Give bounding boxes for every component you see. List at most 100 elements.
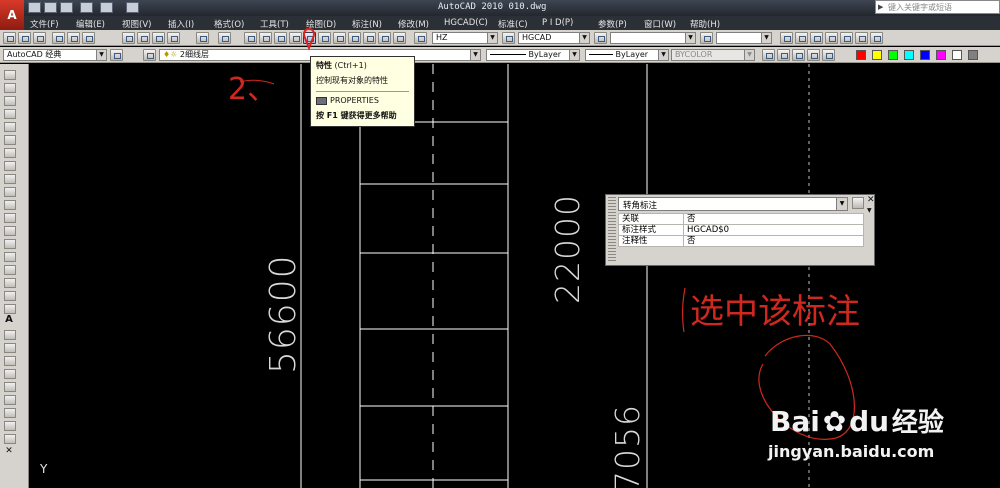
polygon-tool-icon[interactable] <box>4 109 16 119</box>
markup-icon[interactable] <box>363 32 376 44</box>
paste-icon[interactable] <box>152 32 165 44</box>
mirror-tool-icon[interactable] <box>4 330 16 340</box>
menu-dimension[interactable]: 标注(N) <box>352 16 398 30</box>
table-row[interactable]: 注释性 否 <box>618 235 864 247</box>
property-value[interactable]: HGCAD$0 <box>683 224 864 236</box>
tool-palettes-icon[interactable] <box>333 32 346 44</box>
menu-standard[interactable]: 标准(C) <box>498 16 542 30</box>
table-row[interactable]: 标注样式 HGCAD$0 <box>618 224 864 236</box>
menu-edit[interactable]: 编辑(E) <box>76 16 122 30</box>
dim-style-icon[interactable] <box>502 32 515 44</box>
redo-icon[interactable] <box>100 2 113 13</box>
chevron-down-icon[interactable]: ▼ <box>658 50 668 60</box>
mleader-style-icon[interactable] <box>700 32 713 44</box>
menu-file[interactable]: 文件(F) <box>30 16 76 30</box>
color-cyan-swatch[interactable] <box>904 50 914 60</box>
design-center-icon[interactable] <box>318 32 331 44</box>
mleader-style-select[interactable]: ▼ <box>716 32 772 44</box>
visual-style-icon[interactable] <box>777 49 790 61</box>
undo-icon[interactable] <box>196 32 209 44</box>
table-style-select[interactable]: ▼ <box>610 32 696 44</box>
workspace-select[interactable]: AutoCAD 经典 ▼ <box>3 49 107 61</box>
color-red-swatch[interactable] <box>856 50 866 60</box>
zoom-window-icon[interactable] <box>274 32 287 44</box>
sheet-set-icon[interactable] <box>348 32 361 44</box>
rectangle-tool-icon[interactable] <box>4 122 16 132</box>
dimension-text-7056[interactable]: 7056 <box>608 404 647 488</box>
copy-tool-icon[interactable] <box>4 304 16 314</box>
cut-icon[interactable] <box>122 32 135 44</box>
copy-icon[interactable] <box>137 32 150 44</box>
color-magenta-swatch[interactable] <box>936 50 946 60</box>
new-file-icon[interactable] <box>28 2 41 13</box>
color-yellow-swatch[interactable] <box>872 50 882 60</box>
dim-arc-icon[interactable] <box>810 32 823 44</box>
panel-grip-handle[interactable] <box>608 197 616 263</box>
polyline-tool-icon[interactable] <box>4 96 16 106</box>
chevron-down-icon[interactable]: ▼ <box>761 33 771 43</box>
dimension-text-56600[interactable]: 56600 <box>263 254 304 374</box>
layer-manager-icon[interactable] <box>143 49 156 61</box>
insert-block-icon[interactable] <box>4 200 16 210</box>
point-tool-icon[interactable] <box>4 226 16 236</box>
stretch-tool-icon[interactable] <box>4 408 16 418</box>
close-icon[interactable]: ✕ <box>867 195 875 205</box>
lightbulb-icon[interactable]: ♦☼ <box>163 50 177 59</box>
lineweight-select[interactable]: ByLayer ▼ <box>585 49 669 61</box>
menu-hgcad[interactable]: HGCAD(C) <box>444 16 498 30</box>
plotstyle-select[interactable]: BYCOLOR ▼ <box>671 49 755 61</box>
gradient-tool-icon[interactable] <box>4 252 16 262</box>
color-white-swatch[interactable] <box>952 50 962 60</box>
dim-angular-icon[interactable] <box>870 32 883 44</box>
ellipse-tool-icon[interactable] <box>4 187 16 197</box>
zoom-realtime-icon[interactable] <box>259 32 272 44</box>
menu-pid[interactable]: P I D(P) <box>542 16 598 30</box>
menu-view[interactable]: 视图(V) <box>122 16 168 30</box>
object-type-select[interactable]: 转角标注 ▼ <box>618 197 848 211</box>
undo-icon[interactable] <box>80 2 93 13</box>
erase-tool-icon[interactable] <box>4 291 16 301</box>
mtext-tool-icon[interactable]: A <box>2 314 16 325</box>
dimension-text-22000[interactable]: 22000 <box>548 194 587 304</box>
autocad-logo-icon[interactable]: A <box>0 0 24 30</box>
open-file-icon[interactable] <box>44 2 57 13</box>
chevron-down-icon[interactable]: ▼ <box>579 33 589 43</box>
dim-ordinate-icon[interactable] <box>825 32 838 44</box>
linetype-select[interactable]: ByLayer ▼ <box>486 49 580 61</box>
help-icon[interactable] <box>393 32 406 44</box>
offset-tool-icon[interactable] <box>4 343 16 353</box>
dim-linear-icon[interactable] <box>780 32 793 44</box>
region-tool-icon[interactable] <box>4 265 16 275</box>
view-icon[interactable] <box>762 49 775 61</box>
menu-modify[interactable]: 修改(M) <box>398 16 444 30</box>
text-style-icon[interactable] <box>414 32 427 44</box>
xline-tool-icon[interactable] <box>4 83 16 93</box>
menu-tools[interactable]: 工具(T) <box>260 16 306 30</box>
explode-tool-icon[interactable]: ✕ <box>2 446 16 456</box>
arc-tool-icon[interactable] <box>4 135 16 145</box>
line-tool-icon[interactable] <box>4 70 16 80</box>
extend-tool-icon[interactable] <box>4 434 16 444</box>
dim-radius-icon[interactable] <box>840 32 853 44</box>
toggle-pickadd-icon[interactable] <box>852 197 864 209</box>
plot-icon[interactable] <box>126 2 139 13</box>
menu-help[interactable]: 帮助(H) <box>690 16 736 30</box>
workspace-settings-icon[interactable] <box>110 49 123 61</box>
chevron-down-icon[interactable]: ▼ <box>744 50 754 60</box>
preview-icon[interactable] <box>67 32 80 44</box>
match-properties-icon[interactable] <box>167 32 180 44</box>
circle-tool-icon[interactable] <box>4 148 16 158</box>
new-icon[interactable] <box>3 32 16 44</box>
render-icon[interactable] <box>792 49 805 61</box>
chevron-down-icon[interactable]: ▼ <box>487 33 497 43</box>
search-expand-icon[interactable]: ▶ <box>878 3 883 11</box>
chevron-down-icon[interactable]: ▼ <box>569 50 579 60</box>
menu-window[interactable]: 窗口(W) <box>644 16 690 30</box>
move-tool-icon[interactable] <box>4 369 16 379</box>
text-style-select[interactable]: HZ ▼ <box>432 32 498 44</box>
dim-style-select[interactable]: HGCAD ▼ <box>518 32 590 44</box>
drawing-canvas[interactable]: 56600 22000 7056 2、 选中该标注 Y Bai ✿ du 经验 … <box>30 64 1000 488</box>
rotate-tool-icon[interactable] <box>4 382 16 392</box>
chevron-down-icon[interactable]: ▼ <box>470 50 480 60</box>
make-block-icon[interactable] <box>4 213 16 223</box>
